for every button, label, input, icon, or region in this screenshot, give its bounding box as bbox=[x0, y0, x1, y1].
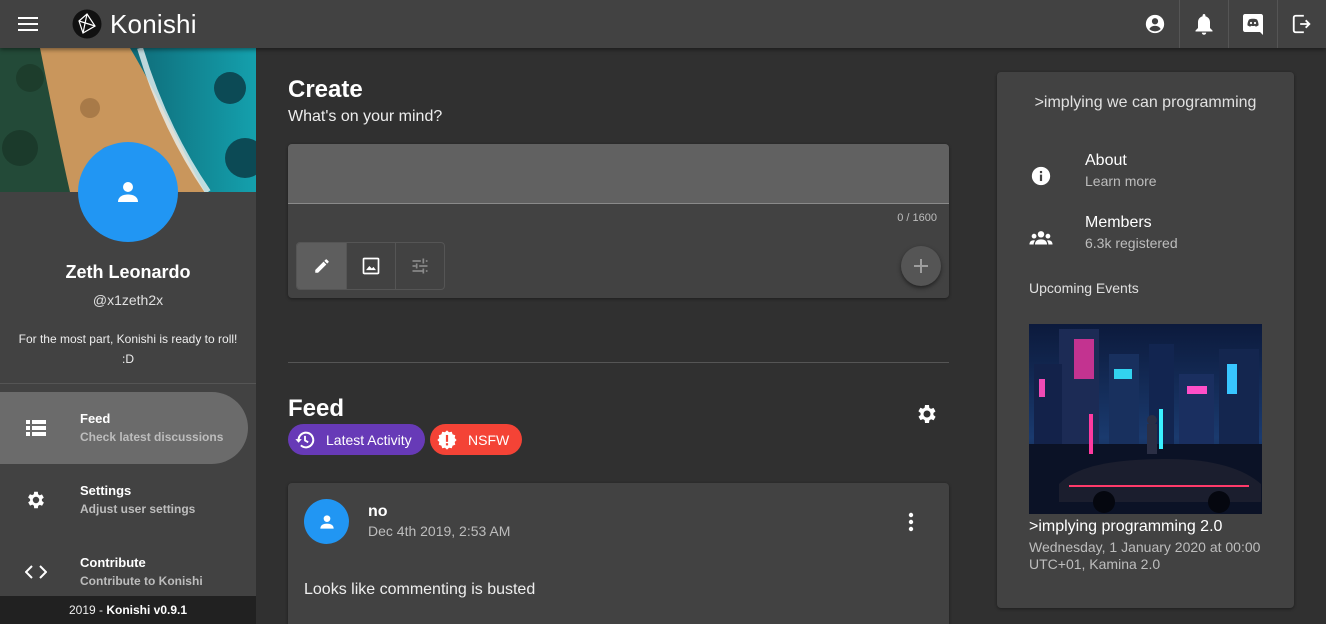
image-icon[interactable] bbox=[346, 243, 395, 289]
person-icon bbox=[319, 514, 334, 529]
gear-icon bbox=[0, 489, 80, 511]
chip-nsfw[interactable]: NSFW bbox=[430, 424, 523, 455]
divider bbox=[288, 362, 949, 363]
konishi-logo[interactable] bbox=[72, 9, 102, 39]
char-counter: 0 / 1600 bbox=[897, 212, 937, 224]
event-title[interactable]: >implying programming 2.0 bbox=[1029, 518, 1222, 536]
post-date: Dec 4th 2019, 2:53 AM bbox=[368, 523, 511, 539]
nav-title: Contribute bbox=[80, 555, 146, 570]
logout-icon[interactable] bbox=[1277, 0, 1326, 48]
footer-version: Konishi v0.9.1 bbox=[106, 603, 188, 617]
nav-subtitle: Adjust user settings bbox=[80, 502, 196, 516]
plus-icon bbox=[914, 259, 928, 273]
upcoming-events-label: Upcoming Events bbox=[1029, 280, 1139, 296]
event-datetime: Wednesday, 1 January 2020 at 00:00 UTC+0… bbox=[1029, 539, 1261, 572]
alert-icon bbox=[436, 429, 458, 451]
more-vert-icon[interactable] bbox=[898, 507, 924, 537]
item-title: Members bbox=[1085, 214, 1152, 231]
item-subtitle: 6.3k registered bbox=[1085, 235, 1178, 251]
community-panel: >implying we can programming About Learn… bbox=[997, 72, 1294, 608]
menu-icon[interactable] bbox=[12, 8, 44, 40]
event-image[interactable] bbox=[1029, 324, 1262, 514]
post-avatar[interactable] bbox=[304, 499, 349, 544]
history-icon bbox=[294, 429, 316, 451]
create-title: Create bbox=[288, 76, 363, 103]
feed-settings-gear-icon[interactable] bbox=[911, 398, 943, 430]
divider bbox=[0, 383, 256, 384]
nav-item-settings[interactable]: Settings Adjust user settings bbox=[0, 464, 248, 536]
top-actions bbox=[1130, 0, 1326, 48]
members-icon bbox=[1029, 226, 1053, 250]
post-composer: 0 / 1600 bbox=[288, 144, 949, 298]
profile-handle: @x1zeth2x bbox=[92, 292, 164, 308]
code-icon bbox=[0, 564, 80, 580]
footer-year: 2019 - bbox=[68, 603, 107, 617]
sidebar: Zeth Leonardo @x1zeth2x For the most par… bbox=[0, 48, 256, 624]
profile-avatar[interactable] bbox=[78, 142, 178, 242]
item-title: About bbox=[1085, 152, 1127, 169]
list-icon bbox=[0, 419, 80, 437]
nav-item-feed[interactable]: Feed Check latest discussions bbox=[0, 392, 248, 464]
sidebar-footer: 2019 - Konishi v0.9.1 bbox=[0, 596, 256, 624]
feed-title: Feed bbox=[288, 395, 345, 422]
post-text-input[interactable] bbox=[288, 144, 949, 204]
brand-title[interactable]: Konishi bbox=[110, 9, 197, 39]
composer-mode-toggle bbox=[296, 242, 445, 290]
profile-name: Zeth Leonardo bbox=[65, 262, 191, 282]
chip-label: NSFW bbox=[468, 431, 510, 448]
profile-bio: For the most part, Konishi is ready to r… bbox=[18, 332, 238, 366]
post-author[interactable]: no bbox=[368, 503, 388, 521]
nav-subtitle: Check latest discussions bbox=[80, 430, 224, 444]
nav-title: Settings bbox=[80, 483, 132, 498]
pencil-icon[interactable] bbox=[297, 243, 346, 289]
discord-icon[interactable] bbox=[1228, 0, 1277, 48]
community-about[interactable]: About Learn more bbox=[997, 152, 1294, 202]
nav-title: Feed bbox=[80, 411, 111, 426]
chip-label: Latest Activity bbox=[326, 431, 412, 448]
bell-icon[interactable] bbox=[1179, 0, 1228, 48]
tune-icon[interactable] bbox=[395, 243, 444, 289]
post-card: no Dec 4th 2019, 2:53 AM Looks like comm… bbox=[288, 483, 949, 624]
account-icon[interactable] bbox=[1130, 0, 1179, 48]
person-icon bbox=[118, 182, 138, 202]
info-icon bbox=[1029, 164, 1053, 188]
chip-latest-activity[interactable]: Latest Activity bbox=[288, 424, 425, 455]
create-subtitle: What's on your mind? bbox=[288, 108, 443, 125]
community-members[interactable]: Members 6.3k registered bbox=[997, 214, 1294, 264]
submit-post-button[interactable] bbox=[901, 246, 941, 286]
post-body: Looks like commenting is busted bbox=[304, 581, 536, 598]
nav-subtitle: Contribute to Konishi bbox=[80, 574, 203, 588]
item-subtitle: Learn more bbox=[1085, 173, 1157, 189]
community-title: >implying we can programming bbox=[1034, 94, 1257, 111]
app-bar: Konishi bbox=[0, 0, 1326, 48]
